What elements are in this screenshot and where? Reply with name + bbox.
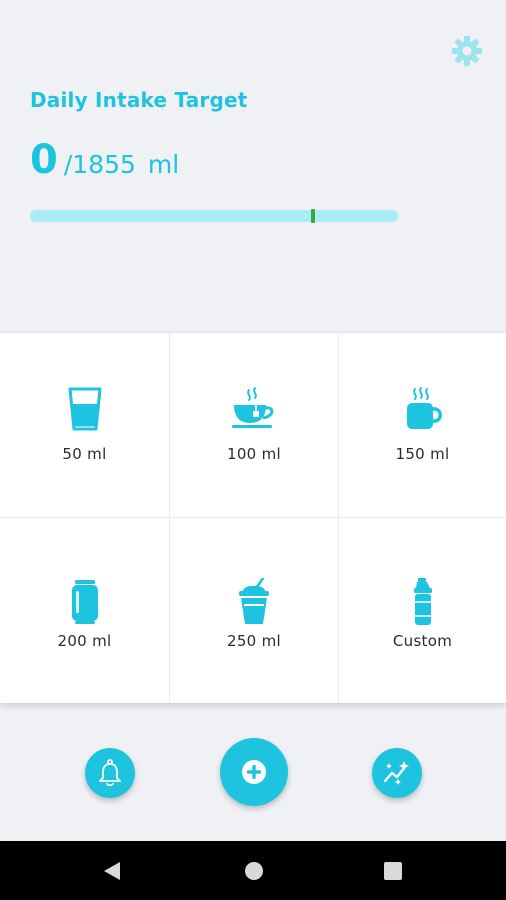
soda-can-icon (61, 578, 109, 626)
drink-option-250ml[interactable]: 250 ml (170, 518, 339, 703)
drink-option-150ml[interactable]: 150 ml (339, 333, 506, 518)
plus-circle-icon (242, 760, 266, 784)
add-intake-button[interactable] (220, 738, 288, 806)
intake-progress-marker (311, 209, 316, 223)
home-circle-icon (245, 862, 263, 880)
intake-goal-value: /1855 (63, 150, 136, 179)
teacup-icon (230, 385, 278, 433)
nav-recent-apps-button[interactable] (382, 860, 404, 882)
drink-option-label: Custom (392, 632, 453, 650)
drink-option-100ml[interactable]: 100 ml (170, 333, 339, 518)
drink-option-50ml[interactable]: 50 ml (0, 333, 170, 518)
system-navigation-bar (0, 841, 506, 900)
smoothie-cup-icon (230, 578, 278, 626)
drink-option-label: 100 ml (227, 445, 281, 463)
intake-summary: 0 /1855 ml (30, 140, 179, 180)
nav-back-button[interactable] (101, 860, 123, 882)
coffee-mug-icon (399, 385, 447, 433)
glass-of-water-icon (61, 385, 109, 433)
recent-square-icon (384, 862, 402, 880)
drink-option-label: 250 ml (227, 632, 281, 650)
water-tracker-screen: Daily Intake Target 0 /1855 ml 50 ml 100… (0, 0, 506, 900)
drink-option-custom[interactable]: Custom (339, 518, 506, 703)
drink-option-200ml[interactable]: 200 ml (0, 518, 170, 703)
gear-icon (452, 36, 482, 66)
drink-option-label: 200 ml (57, 632, 112, 650)
intake-current-value: 0 (30, 137, 58, 183)
drink-option-label: 150 ml (395, 445, 450, 463)
statistics-button[interactable] (372, 748, 422, 798)
nav-home-button[interactable] (243, 860, 265, 882)
reminder-button[interactable] (85, 748, 135, 798)
water-bottle-icon (399, 578, 447, 626)
chart-sparkle-icon (383, 761, 409, 785)
back-triangle-icon (104, 862, 120, 880)
drink-size-grid: 50 ml 100 ml 150 ml 200 ml 250 ml Custom (0, 333, 506, 703)
settings-button[interactable] (450, 34, 484, 68)
bell-icon (99, 759, 121, 787)
drink-option-label: 50 ml (62, 445, 107, 463)
daily-target-title: Daily Intake Target (30, 88, 248, 112)
intake-unit: ml (147, 150, 180, 179)
intake-progress-bar (30, 209, 398, 223)
